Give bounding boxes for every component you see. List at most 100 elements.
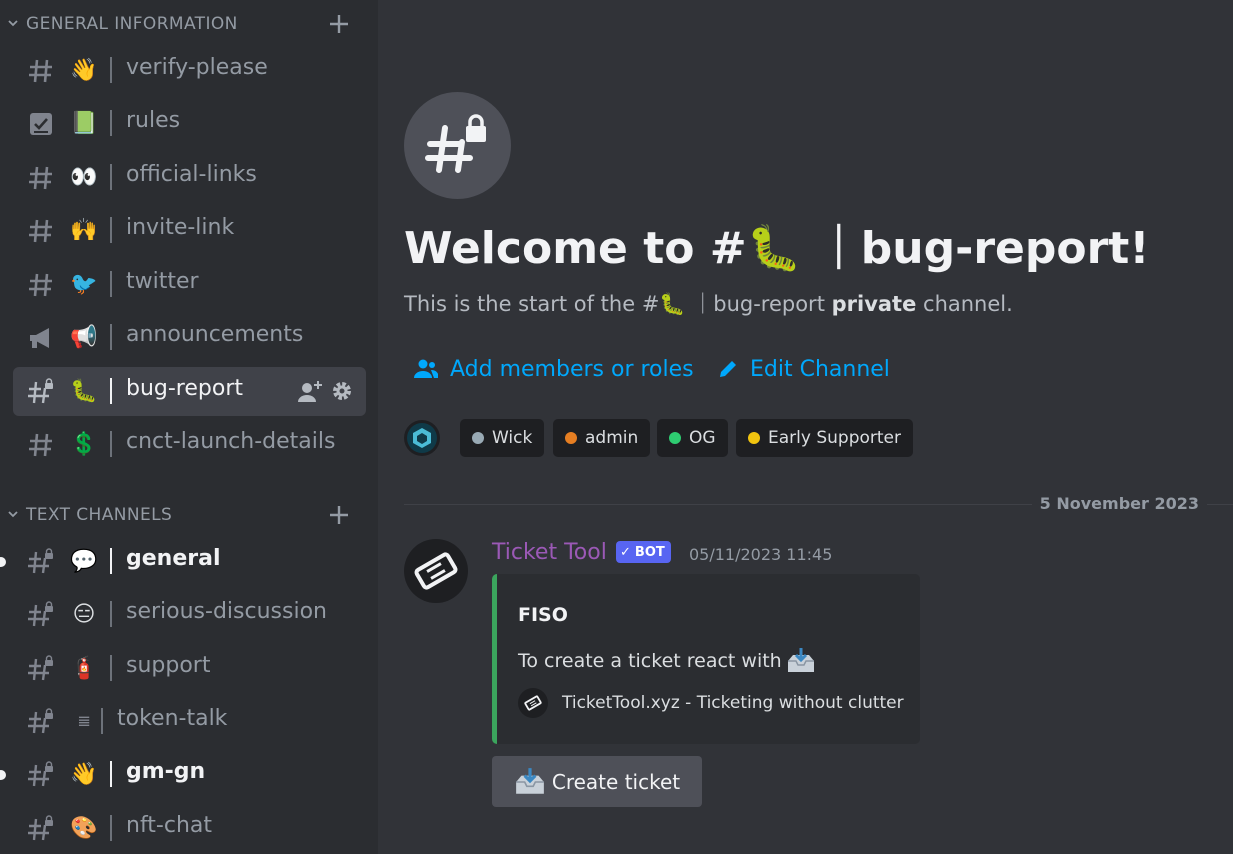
role-tag[interactable]: Early Supporter (736, 419, 913, 457)
role-tag[interactable]: Wick (460, 419, 545, 457)
channel-name: serious-discussion (126, 599, 327, 624)
channel-gm-gn[interactable]: 👋 gm-gn (13, 750, 366, 799)
channel-nft-chat[interactable]: 🎨 nft-chat (13, 804, 366, 853)
channel-rules[interactable]: 📗 rules (13, 99, 366, 148)
avatar[interactable] (404, 420, 440, 456)
private-hash-icon (28, 815, 53, 841)
inbox-tray-icon (787, 648, 814, 672)
add-member-icon[interactable] (297, 379, 323, 403)
separator (110, 655, 112, 681)
gear-icon[interactable] (331, 380, 353, 402)
channel-emoji: 👋 (70, 762, 98, 787)
add-members-label: Add members or roles (450, 356, 694, 382)
channel-emoji: 🐛 (70, 379, 98, 404)
channel-name: official-links (126, 162, 257, 187)
footer-ticket-icon (518, 688, 548, 718)
hash-icon (29, 433, 52, 457)
embed-footer: TicketTool.xyz - Ticketing without clutt… (518, 688, 904, 718)
separator (110, 271, 112, 297)
channel-emoji: 🐦 (70, 272, 98, 297)
avatar-icon (407, 423, 437, 453)
channel-name: twitter (126, 269, 199, 294)
role-color-dot (669, 432, 681, 444)
channel-name: cnct-launch-details (126, 429, 336, 454)
unread-indicator (0, 557, 6, 567)
inbox-tray-icon (516, 767, 544, 794)
subtitle-text: This is the start of the #🐛 ｜bug-report (404, 292, 832, 316)
channel-support[interactable]: 🧯 support (13, 644, 366, 693)
people-icon (414, 359, 438, 378)
channel-name: support (126, 653, 211, 678)
channel-name: announcements (126, 322, 304, 347)
role-name: Wick (492, 428, 533, 448)
separator (110, 110, 112, 136)
chevron-down-icon (8, 511, 18, 518)
channel-emoji: 📢 (70, 325, 98, 350)
category-text-channels[interactable]: TEXT CHANNELS (0, 500, 378, 530)
plus-icon[interactable] (328, 13, 350, 35)
embed-description: To create a ticket react with (518, 647, 816, 675)
channel-name: gm-gn (126, 759, 206, 784)
channel-name: general (126, 546, 221, 571)
channel-invite-link[interactable]: 🙌 invite-link (13, 206, 366, 255)
channel-emoji: 📗 (70, 111, 98, 136)
role-tag[interactable]: OG (657, 419, 728, 457)
separator (110, 164, 112, 190)
megaphone-icon (30, 328, 49, 348)
role-tag[interactable]: admin (553, 419, 651, 457)
separator (110, 57, 112, 83)
private-hash-icon (28, 655, 53, 681)
channel-name: token-talk (117, 706, 228, 731)
channel-emoji: 👀 (70, 165, 98, 190)
channel-name: rules (126, 108, 181, 133)
message-embed: FISO To create a ticket react with Ticke… (492, 574, 920, 744)
welcome-subtitle: This is the start of the #🐛 ｜bug-report … (404, 288, 1013, 318)
role-color-dot (472, 432, 484, 444)
separator (110, 431, 112, 457)
create-ticket-button[interactable]: Create ticket (492, 756, 702, 807)
separator (110, 378, 112, 404)
private-hash-icon (425, 114, 486, 173)
channel-bug-report[interactable]: 🐛 bug-report (13, 367, 366, 416)
channel-official-links[interactable]: 👀 official-links (13, 153, 366, 202)
date-divider-label: 5 November 2023 (1031, 494, 1207, 513)
channel-emoji: 🙌 (70, 218, 98, 243)
channel-announcements[interactable]: 📢 announcements (13, 313, 366, 362)
bot-badge: ✓ BOT (616, 541, 671, 563)
subtitle-end: channel. (916, 292, 1013, 316)
separator (110, 217, 112, 243)
channel-emoji: 𝌆 (77, 714, 91, 730)
channel-name: bug-report (126, 376, 244, 401)
channel-emoji: 💬 (70, 549, 98, 574)
channel-token-talk[interactable]: 𝌆 token-talk (13, 697, 366, 746)
channel-twitter[interactable]: 🐦 twitter (13, 260, 366, 309)
hash-icon (29, 59, 52, 83)
edit-channel-button[interactable]: Edit Channel (718, 352, 890, 386)
category-label: TEXT CHANNELS (26, 505, 173, 525)
plus-icon[interactable] (328, 504, 350, 526)
hash-icon (29, 166, 52, 190)
pencil-icon (720, 361, 736, 377)
embed-description-text: To create a ticket react with (518, 650, 782, 672)
check-icon: ✓ (620, 544, 631, 560)
add-members-button[interactable]: Add members or roles (414, 352, 694, 386)
chat-area: Welcome to #🐛 ｜bug-report! This is the s… (378, 0, 1233, 854)
channel-verify-please[interactable]: 👋 verify-please (13, 46, 366, 95)
hash-icon (29, 273, 52, 297)
bot-tag-label: BOT (634, 544, 665, 560)
role-name: admin (585, 428, 639, 448)
channel-serious-discussion[interactable]: 😑 serious-discussion (13, 590, 366, 639)
role-name: OG (689, 428, 716, 448)
separator (110, 324, 112, 350)
create-ticket-label: Create ticket (551, 769, 681, 794)
message-author[interactable]: Ticket Tool (492, 540, 607, 565)
chevron-down-icon (8, 20, 18, 27)
private-hash-icon (28, 601, 53, 627)
bot-avatar[interactable] (404, 539, 468, 603)
category-general-information[interactable]: GENERAL INFORMATION (0, 9, 378, 39)
separator (110, 548, 112, 574)
private-hash-icon (28, 548, 53, 574)
role-color-dot (748, 432, 760, 444)
channel-cnct-launch-details[interactable]: 💲 cnct-launch-details (13, 420, 366, 469)
channel-general[interactable]: 💬 general (13, 537, 366, 586)
